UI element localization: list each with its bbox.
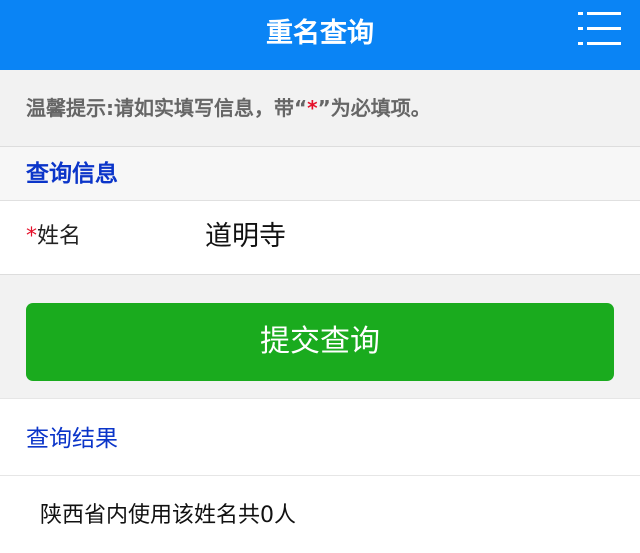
submit-area: 提交查询 xyxy=(0,275,640,399)
result-text: 陕西省内使用该姓名共0人 xyxy=(40,503,296,528)
name-input[interactable]: 道明寺 xyxy=(205,217,286,257)
menu-icon[interactable] xyxy=(578,10,624,48)
menu-icon-line xyxy=(587,42,621,45)
notice-text: 温馨提示:请如实填写信息，带“*”为必填项。 xyxy=(26,94,431,122)
query-section-title: 查询信息 xyxy=(26,161,118,187)
notice-bar: 温馨提示:请如实填写信息，带“*”为必填项。 xyxy=(0,70,640,147)
required-star: * xyxy=(307,96,318,120)
menu-icon-dot xyxy=(578,12,583,15)
notice-suffix: ”为必填项。 xyxy=(317,96,431,120)
notice-prefix: 温馨提示:请如实填写信息，带“ xyxy=(26,96,308,120)
result-section-title: 查询结果 xyxy=(26,426,118,452)
result-section-header: 查询结果 xyxy=(0,399,640,476)
menu-icon-dot xyxy=(578,42,583,45)
query-section-header: 查询信息 xyxy=(0,147,640,201)
menu-icon-line xyxy=(587,12,621,15)
name-field-row: *姓名 道明寺 xyxy=(0,201,640,275)
name-label: *姓名 xyxy=(26,221,81,253)
result-body: 陕西省内使用该姓名共0人 xyxy=(0,476,640,553)
menu-icon-line xyxy=(587,27,621,30)
submit-query-button[interactable]: 提交查询 xyxy=(26,303,614,381)
required-star: * xyxy=(26,224,37,249)
page-title: 重名查询 xyxy=(266,18,374,49)
name-label-text: 姓名 xyxy=(37,224,82,249)
menu-icon-dot xyxy=(578,27,583,30)
app-header: 重名查询 xyxy=(0,0,640,70)
